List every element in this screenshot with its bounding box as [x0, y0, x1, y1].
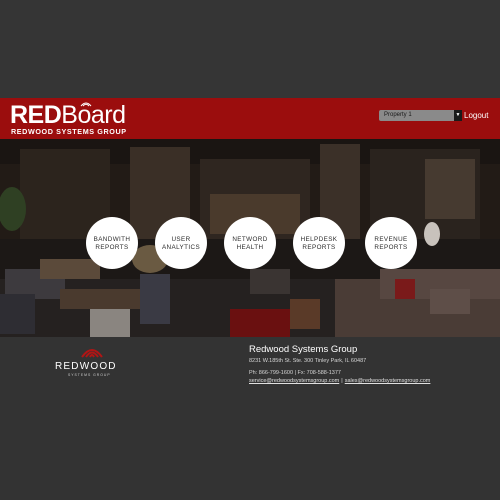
- company-name: Redwood Systems Group: [249, 344, 358, 355]
- company-address: 8231 W.185th St. Ste. 300 Tinley Park, I…: [249, 358, 367, 364]
- logo-red-text: RED: [10, 101, 62, 129]
- nav-bandwidth-reports[interactable]: BANDWITH REPORTS: [86, 217, 138, 269]
- nav-user-analytics[interactable]: USER ANALYTICS: [155, 217, 207, 269]
- logout-link[interactable]: Logout: [464, 110, 488, 121]
- footer-logo-tagline: SYSTEMS GROUP: [68, 373, 111, 377]
- wifi-icon: [80, 102, 92, 107]
- nav-revenue-reports[interactable]: REVENUE REPORTS: [365, 217, 417, 269]
- wifi-signal-icon: [81, 349, 103, 358]
- company-phone: Ph: 866-799-1600 | Fx: 708-588-1377: [249, 370, 341, 376]
- redboard-logo[interactable]: REDBoard REDWOOD SYSTEMS GROUP: [10, 102, 130, 136]
- logo-subtitle: REDWOOD SYSTEMS GROUP: [11, 127, 127, 136]
- nav-helpdesk-reports[interactable]: HELPDESK REPORTS: [293, 217, 345, 269]
- email-separator: |: [341, 378, 343, 384]
- property-select[interactable]: Property 1 ▼: [379, 110, 462, 121]
- top-band: [0, 0, 500, 98]
- sales-email-link[interactable]: sales@redwoodsystemsgroup.com: [345, 378, 431, 384]
- footer-logo: REDWOOD SYSTEMS GROUP: [55, 344, 135, 380]
- logo-wordmark: REDBoard: [10, 102, 126, 128]
- contact-emails: service@redwoodsystemsgroup.com | sales@re…: [249, 378, 430, 384]
- nav-network-health[interactable]: NETWORD HEALTH: [224, 217, 276, 269]
- service-email-link[interactable]: service@redwoodsystemsgroup.com: [249, 378, 339, 384]
- property-select-value: Property 1: [384, 112, 412, 118]
- chevron-down-icon: ▼: [454, 110, 462, 121]
- logo-board-text: Board: [61, 101, 126, 129]
- footer-logo-name: REDWOOD: [55, 361, 117, 372]
